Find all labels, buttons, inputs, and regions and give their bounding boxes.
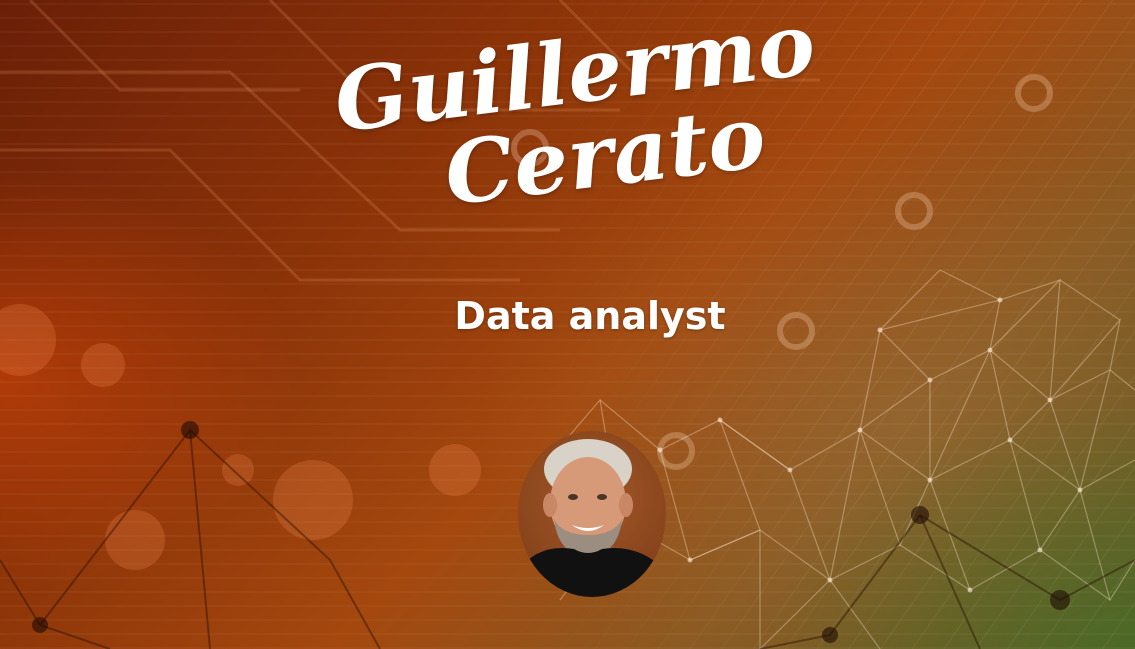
corner-watermark <box>1093 8 1125 22</box>
avatar <box>518 431 666 597</box>
profile-role: Data analyst <box>454 294 726 338</box>
hero-background: Guillermo Cerato Data analyst <box>0 0 1135 649</box>
avatar-photo-icon <box>518 439 666 597</box>
